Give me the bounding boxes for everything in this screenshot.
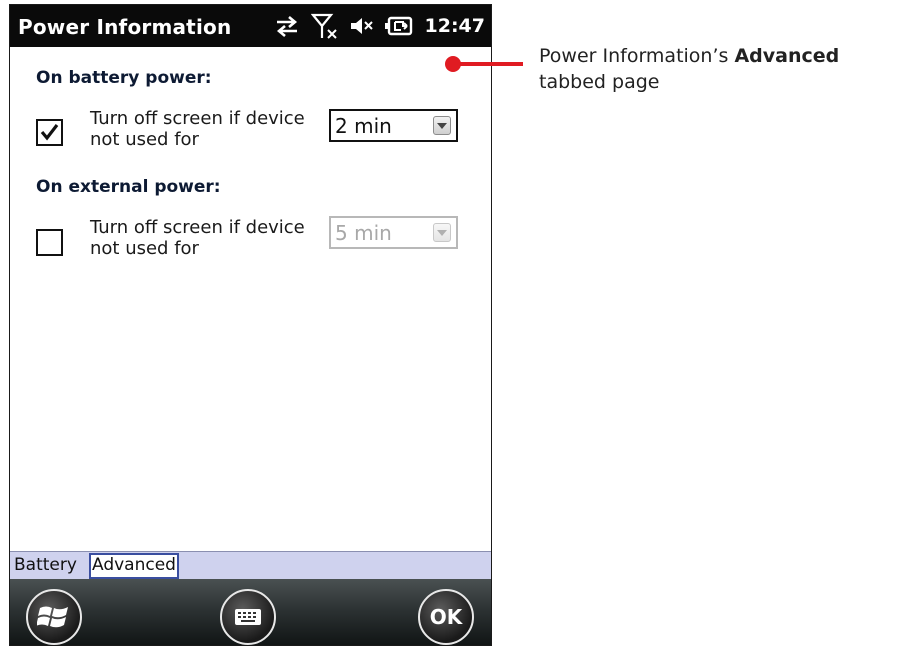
external-timeout-value: 5 min [335,221,392,245]
soft-key-bar: OK [10,579,491,645]
ok-label: OK [429,605,463,629]
tab-strip: Battery Advanced [10,551,491,579]
keyboard-button[interactable] [220,589,276,645]
external-section-heading: On external power: [36,177,221,197]
chevron-down-icon[interactable] [433,116,451,135]
page-title: Power Information [18,15,232,39]
chevron-down-icon[interactable] [433,223,451,242]
external-screen-off-label: Turn off screen if device not used for [90,217,305,259]
sync-arrows-icon[interactable] [273,13,301,39]
windows-logo-icon [37,606,68,628]
battery-screen-off-checkbox[interactable] [36,119,63,146]
callout-prefix: Power Information’s [539,45,735,67]
battery-section-heading: On battery power: [36,68,212,88]
title-bar: Power Information 12:47 [10,5,491,47]
callout-line [453,62,523,66]
status-icons: 12:47 [273,11,485,41]
callout-text: Power Information’s Advanced tabbed page [539,43,924,95]
speaker-muted-icon[interactable] [349,15,375,37]
tab-battery[interactable]: Battery [12,554,79,576]
device-screen: Power Information 12:47 On battery power… [9,4,492,646]
battery-screen-off-label: Turn off screen if device not used for [90,108,305,150]
checkmark-icon [40,124,59,141]
start-button[interactable] [26,589,82,645]
callout-suffix: tabbed page [539,71,660,93]
clock: 12:47 [424,15,485,37]
keyboard-icon [235,609,261,625]
ok-button[interactable]: OK [418,589,474,645]
callout-bold: Advanced [734,45,840,67]
battery-timeout-dropdown[interactable]: 2 min [329,109,458,142]
external-screen-off-checkbox[interactable] [36,229,63,256]
battery-timeout-value: 2 min [335,114,392,138]
tab-advanced[interactable]: Advanced [89,553,179,579]
battery-charging-icon[interactable] [384,15,415,37]
external-timeout-dropdown[interactable]: 5 min [329,216,458,249]
no-signal-icon[interactable] [310,12,339,40]
